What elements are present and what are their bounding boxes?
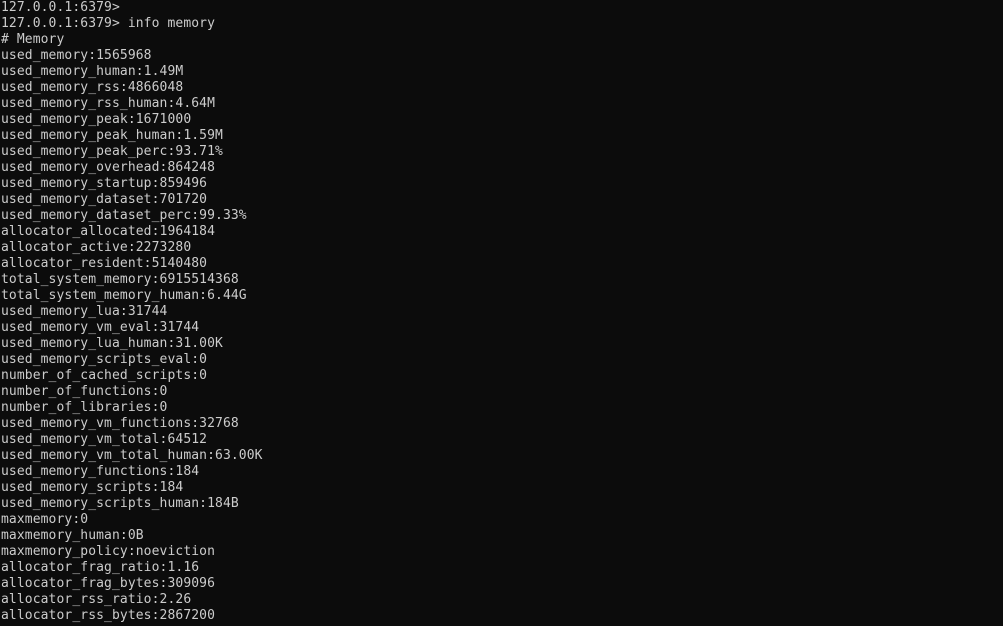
output-line: number_of_functions:0 bbox=[1, 384, 168, 399]
output-line: used_memory_scripts_eval:0 bbox=[1, 352, 208, 367]
output-line: used_memory_functions:184 bbox=[1, 464, 200, 479]
output-line: used_memory_overhead:864248 bbox=[1, 160, 216, 175]
output-line: number_of_cached_scripts:0 bbox=[1, 368, 208, 383]
output-line: used_memory_dataset_perc:99.33% bbox=[1, 208, 247, 223]
output-line: allocator_allocated:1964184 bbox=[1, 224, 216, 239]
output-line: used_memory_scripts_human:184B bbox=[1, 496, 239, 511]
output-line: allocator_frag_ratio:1.16 bbox=[1, 560, 200, 575]
output-line: used_memory_vm_functions:32768 bbox=[1, 416, 239, 431]
output-line: total_system_memory_human:6.44G bbox=[1, 288, 247, 303]
output-line: used_memory_rss:4866048 bbox=[1, 80, 184, 95]
output-line: maxmemory_policy:noeviction bbox=[1, 544, 216, 559]
output-line: allocator_rss_ratio:2.26 bbox=[1, 592, 192, 607]
output-line: allocator_frag_bytes:309096 bbox=[1, 576, 216, 591]
output-line: used_memory_vm_eval:31744 bbox=[1, 320, 200, 335]
output-line: used_memory_lua:31744 bbox=[1, 304, 168, 319]
section-header: # Memory bbox=[1, 32, 65, 47]
output-line: used_memory_dataset:701720 bbox=[1, 192, 208, 207]
output-line: used_memory_scripts:184 bbox=[1, 480, 184, 495]
output-line: used_memory_lua_human:31.00K bbox=[1, 336, 223, 351]
output-line: allocator_active:2273280 bbox=[1, 240, 192, 255]
output-line: used_memory_peak_human:1.59M bbox=[1, 128, 223, 143]
output-line: used_memory:1565968 bbox=[1, 48, 152, 63]
output-line: used_memory_vm_total_human:63.00K bbox=[1, 448, 263, 463]
output-line: used_memory_human:1.49M bbox=[1, 64, 184, 79]
output-line: allocator_resident:5140480 bbox=[1, 256, 208, 271]
output-line: used_memory_rss_human:4.64M bbox=[1, 96, 216, 111]
output-line: maxmemory:0 bbox=[1, 512, 89, 527]
output-line: used_memory_peak:1671000 bbox=[1, 112, 192, 127]
output-line: total_system_memory:6915514368 bbox=[1, 272, 239, 287]
output-line: used_memory_startup:859496 bbox=[1, 176, 208, 191]
prompt-line: 127.0.0.1:6379> bbox=[1, 0, 120, 15]
command-line: 127.0.0.1:6379> info memory bbox=[1, 16, 216, 31]
output-line: maxmemory_human:0B bbox=[1, 528, 144, 543]
output-line: used_memory_peak_perc:93.71% bbox=[1, 144, 223, 159]
terminal-output[interactable]: 127.0.0.1:6379> 127.0.0.1:6379> info mem… bbox=[1, 0, 1003, 626]
output-line: used_memory_vm_total:64512 bbox=[1, 432, 208, 447]
output-line: allocator_rss_bytes:2867200 bbox=[1, 608, 216, 623]
output-line: number_of_libraries:0 bbox=[1, 400, 168, 415]
